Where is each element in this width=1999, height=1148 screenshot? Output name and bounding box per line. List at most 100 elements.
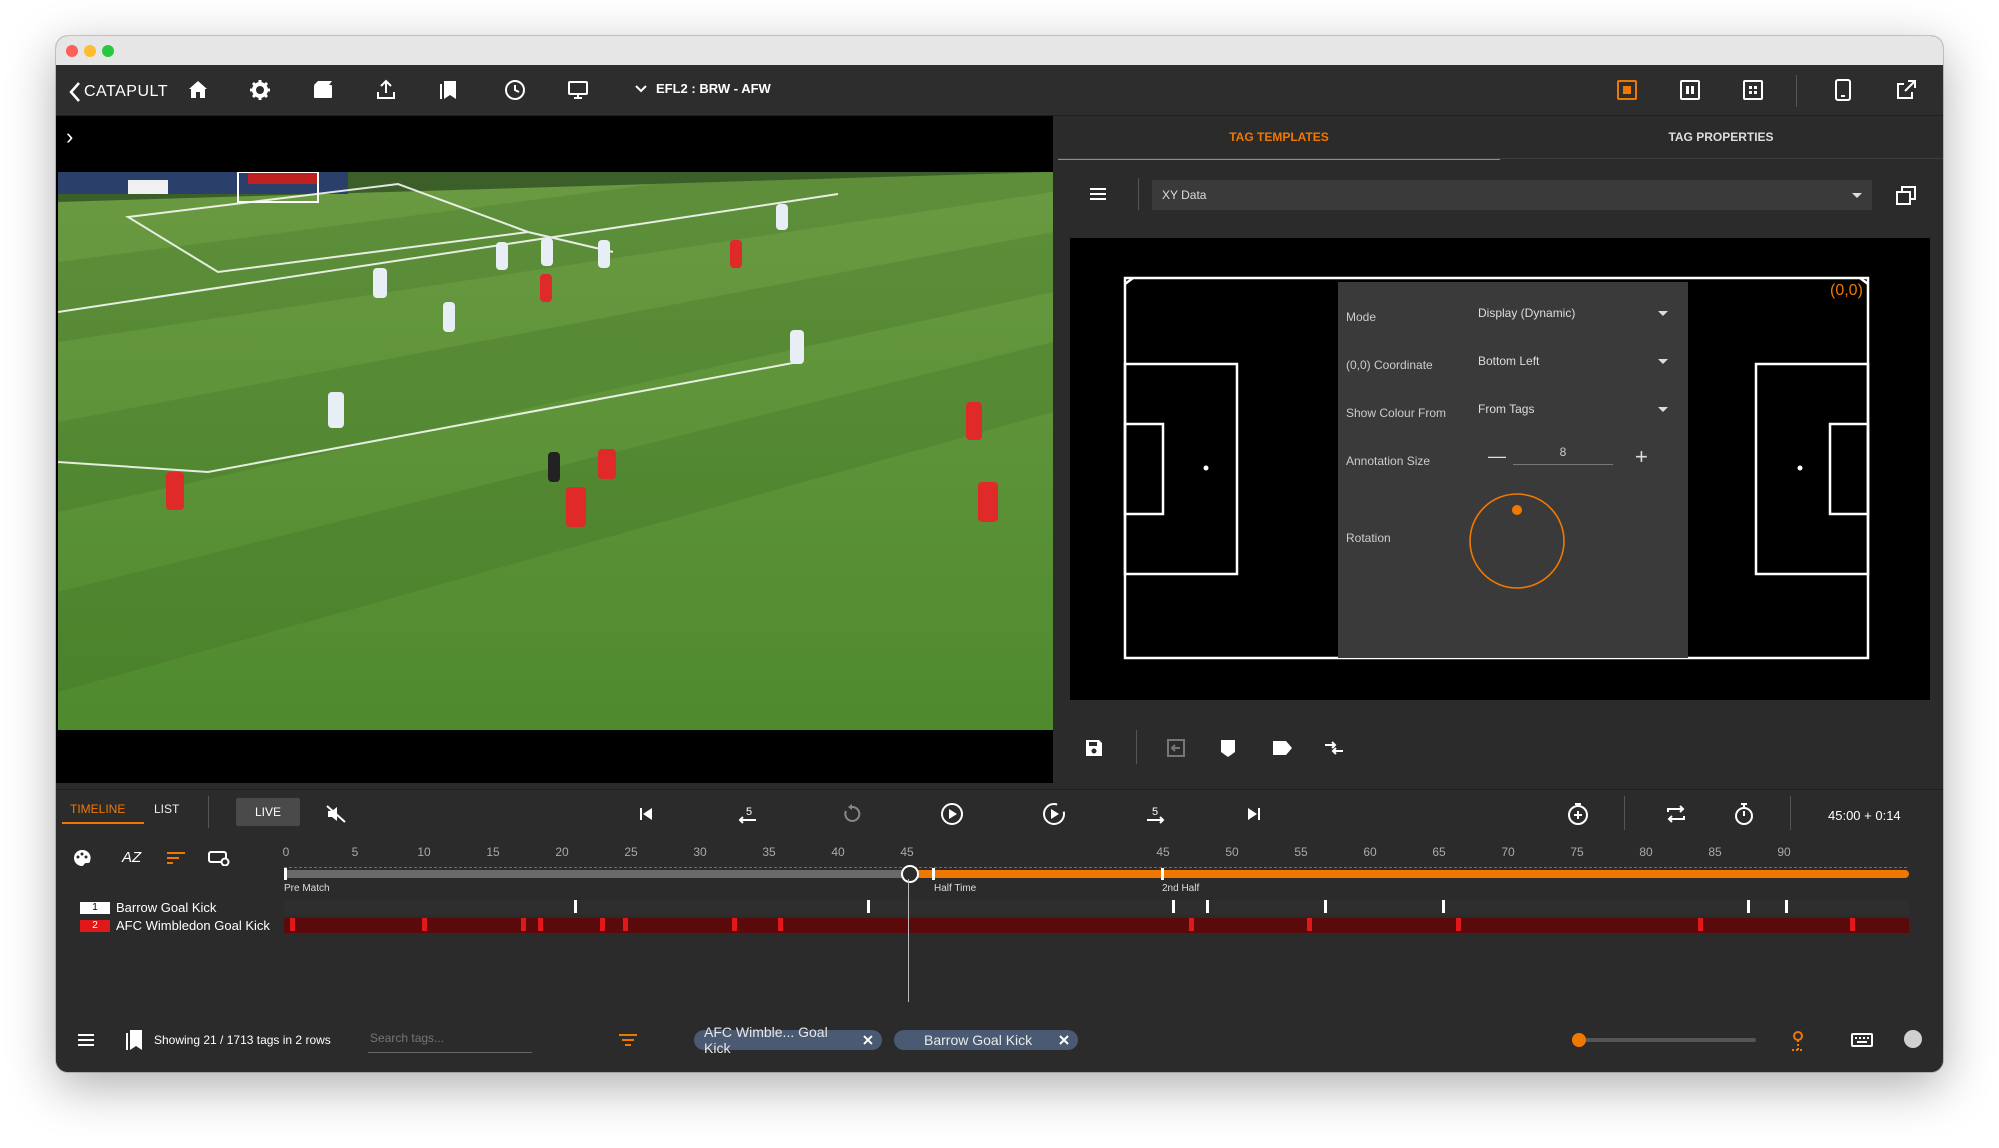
playhead-handle[interactable] [901, 865, 919, 883]
sort-lines-icon[interactable] [164, 846, 188, 870]
grid-layout-icon[interactable] [1739, 76, 1767, 104]
caret-down-icon [1658, 359, 1668, 364]
tag-marker[interactable] [778, 918, 783, 931]
tab-tag-templates[interactable]: TAG TEMPLATES [1058, 116, 1500, 160]
tag-marker[interactable] [867, 900, 870, 913]
zoom-slider-knob[interactable] [1572, 1033, 1586, 1047]
hamburger-menu-icon[interactable] [1086, 182, 1110, 206]
annotation-size-input[interactable]: 8 [1513, 440, 1613, 465]
tab-timeline[interactable]: TIMELINE [70, 802, 125, 816]
tag-count-status: Showing 21 / 1713 tags in 2 rows [154, 1033, 331, 1047]
colour-select[interactable]: From Tags [1468, 394, 1678, 424]
close-window-button[interactable] [66, 45, 78, 57]
tag-marker[interactable] [1747, 900, 1750, 913]
tag-marker[interactable] [290, 918, 295, 931]
tag-marker[interactable] [732, 918, 737, 931]
skip-to-start-icon[interactable] [634, 802, 658, 826]
filter-icon[interactable] [616, 1028, 640, 1052]
minimize-window-button[interactable] [84, 45, 96, 57]
popout-external-icon[interactable] [1892, 76, 1920, 104]
tag-marker[interactable] [1442, 900, 1445, 913]
rewind-5s-icon[interactable]: 5 [734, 800, 762, 828]
tag-marker[interactable] [1189, 918, 1194, 931]
list-menu-icon[interactable] [74, 1028, 98, 1052]
bookmarks-icon[interactable] [434, 76, 462, 104]
live-button[interactable]: LIVE [236, 798, 300, 826]
remove-filter-icon[interactable] [862, 1034, 874, 1046]
forward-5s-icon[interactable]: 5 [1141, 800, 1169, 828]
tag-marker[interactable] [623, 918, 628, 931]
tab-list[interactable]: LIST [154, 802, 179, 816]
tag-marker[interactable] [422, 918, 427, 931]
template-select[interactable]: XY Data [1152, 180, 1872, 210]
coordinate-label: (0,0) Coordinate [1346, 358, 1433, 372]
merge-arrows-icon[interactable] [1322, 736, 1346, 760]
single-layout-icon[interactable] [1613, 76, 1641, 104]
tag-marker[interactable] [1324, 900, 1327, 913]
settings-gear-icon[interactable] [246, 76, 274, 104]
import-icon[interactable] [1164, 736, 1188, 760]
match-video-frame[interactable] [58, 172, 1053, 730]
zoom-window-button[interactable] [102, 45, 114, 57]
rotation-dial[interactable] [1468, 492, 1566, 590]
mode-select[interactable]: Display (Dynamic) [1468, 298, 1678, 328]
mute-speaker-icon[interactable] [324, 802, 348, 826]
dual-layout-icon[interactable] [1676, 76, 1704, 104]
annotation-size-decrement[interactable]: — [1488, 446, 1506, 467]
palette-icon[interactable] [70, 846, 94, 870]
tag-marker[interactable] [1172, 900, 1175, 913]
tag-marker[interactable] [600, 918, 605, 931]
tablet-icon[interactable] [1829, 76, 1857, 104]
tab-timeline-underline [62, 822, 144, 824]
xy-pitch-canvas[interactable]: (0,0) Mode Display (Dynamic) (0,0) Coord… [1070, 238, 1930, 700]
match-selector[interactable]: EFL2 : BRW - AFW [634, 81, 771, 96]
barrow-tag-row[interactable] [284, 900, 1909, 915]
search-tags-input[interactable] [368, 1024, 532, 1053]
tick-label: 65 [1432, 845, 1446, 859]
catapult-logo[interactable]: CATAPULT [68, 81, 168, 103]
history-clock-icon[interactable] [501, 76, 529, 104]
row-label-afc-wimbledon[interactable]: 2 AFC Wimbledon Goal Kick [80, 918, 270, 933]
timeline-track[interactable] [284, 867, 1909, 880]
row-label-barrow[interactable]: 1 Barrow Goal Kick [80, 900, 216, 915]
stopwatch-icon[interactable] [1730, 800, 1758, 828]
video-camera-icon[interactable] [309, 76, 337, 104]
replay-icon[interactable] [838, 800, 866, 828]
tag-marker[interactable] [521, 918, 526, 931]
remove-filter-icon[interactable] [1058, 1034, 1070, 1046]
zoom-slider[interactable] [1572, 1033, 1756, 1047]
export-upload-icon[interactable] [372, 76, 400, 104]
filter-chip-afc-wimbledon[interactable]: AFC Wimble... Goal Kick [694, 1024, 882, 1056]
tab-tag-properties[interactable]: TAG PROPERTIES [1500, 116, 1942, 158]
duplicate-window-icon[interactable] [1892, 182, 1920, 210]
location-pin-icon[interactable] [1786, 1026, 1810, 1054]
sort-az-icon[interactable]: AZ [122, 849, 141, 866]
monitor-icon[interactable] [564, 76, 592, 104]
tag-marker[interactable] [1307, 918, 1312, 931]
label-tag-icon[interactable] [1270, 736, 1294, 760]
step-forward-icon[interactable] [1040, 800, 1068, 828]
coordinate-select[interactable]: Bottom Left [1468, 346, 1678, 376]
keyboard-icon[interactable] [1848, 1028, 1876, 1052]
row-settings-icon[interactable] [206, 846, 232, 870]
play-icon[interactable] [938, 800, 966, 828]
status-indicator-circle[interactable] [1904, 1030, 1922, 1048]
shield-tag-icon[interactable] [1216, 736, 1240, 760]
home-icon[interactable] [184, 76, 212, 104]
tag-marker[interactable] [1456, 918, 1461, 931]
expand-sidebar-button[interactable]: › [66, 124, 73, 150]
filter-chip-barrow[interactable]: Barrow Goal Kick [894, 1030, 1078, 1050]
tag-marker[interactable] [1785, 900, 1788, 913]
tag-marker[interactable] [1698, 918, 1703, 931]
skip-to-end-icon[interactable] [1242, 802, 1266, 826]
loop-repeat-icon[interactable] [1662, 800, 1690, 828]
afc-wimbledon-tag-row[interactable] [284, 918, 1909, 933]
tag-marker[interactable] [1206, 900, 1209, 913]
tag-marker[interactable] [574, 900, 577, 913]
add-timer-icon[interactable] [1564, 800, 1592, 828]
annotation-size-increment[interactable]: + [1635, 444, 1648, 470]
tick-label: 80 [1639, 845, 1653, 859]
tag-marker[interactable] [1850, 918, 1855, 931]
tag-marker[interactable] [538, 918, 543, 931]
save-icon[interactable] [1082, 736, 1106, 760]
